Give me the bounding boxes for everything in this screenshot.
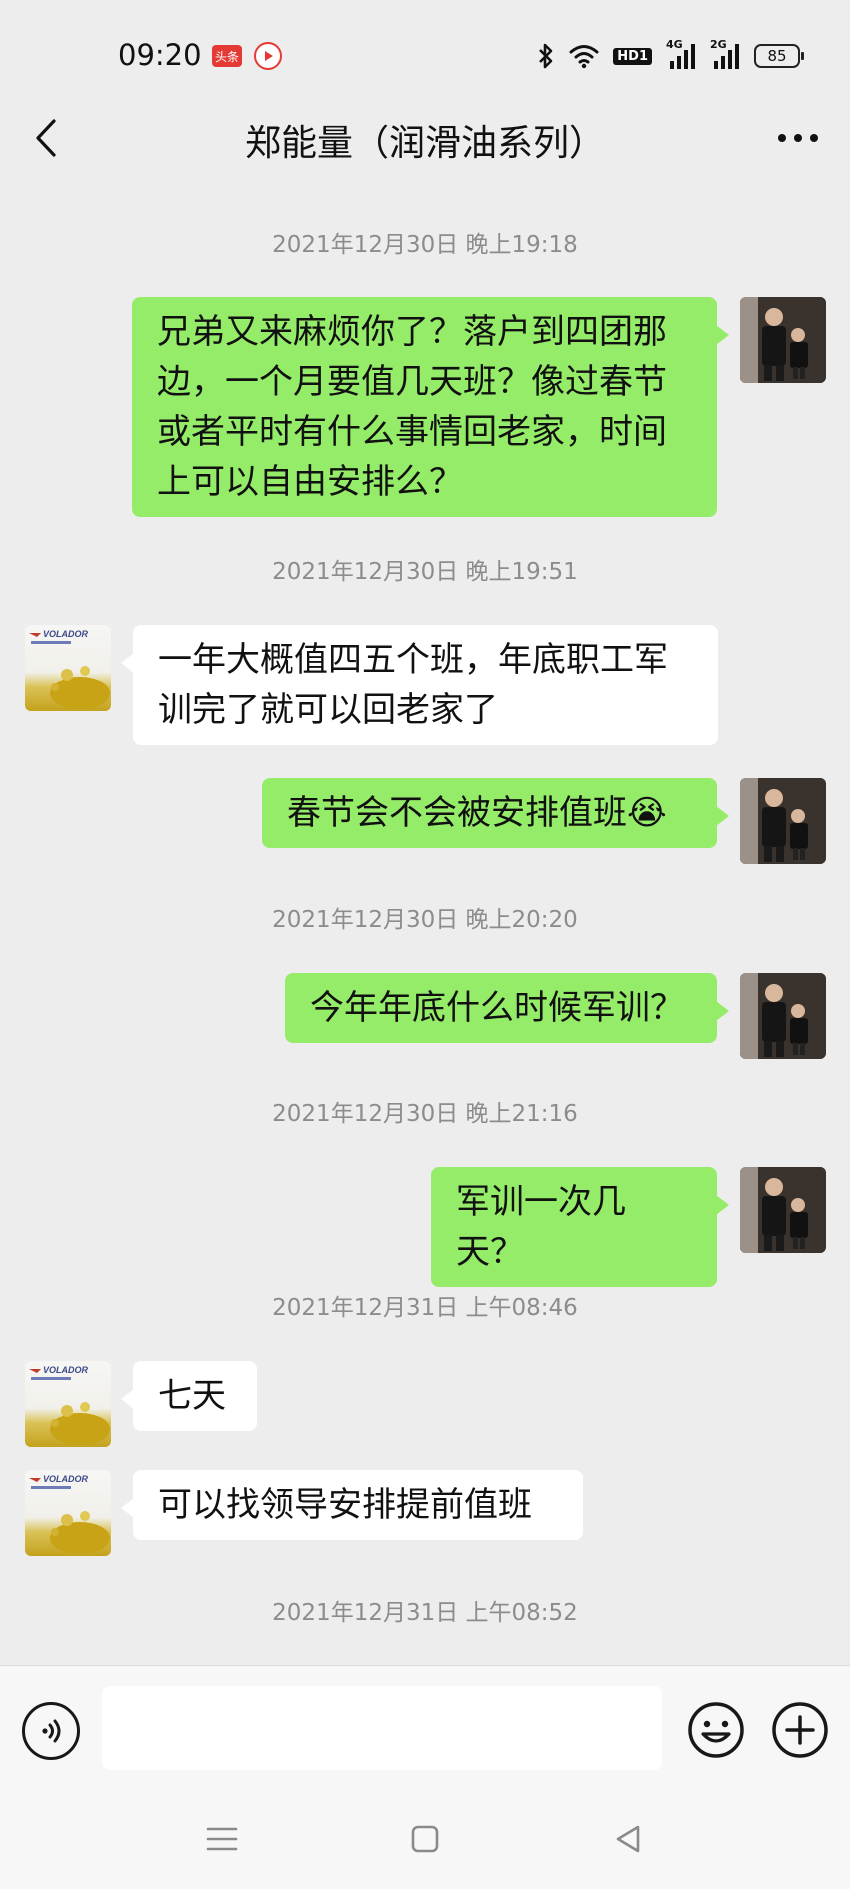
- menu-icon: [206, 1827, 238, 1851]
- contact-avatar[interactable]: VOLADOR: [25, 1470, 111, 1556]
- message-timestamp: 2021年12月30日 晚上19:18: [272, 232, 578, 258]
- system-back-button[interactable]: [606, 1817, 650, 1861]
- plus-icon: [772, 1702, 828, 1758]
- status-time: 09:20: [118, 38, 202, 72]
- system-navigation-bar: [0, 1789, 850, 1889]
- message-timestamp: 2021年12月30日 晚上21:16: [272, 1101, 578, 1127]
- my-avatar-image: [740, 297, 826, 383]
- toutiao-app-icon: 头条: [212, 45, 242, 67]
- emoji-icon: [688, 1702, 744, 1758]
- voice-icon: [42, 1719, 61, 1743]
- emoji-button[interactable]: [686, 1700, 746, 1760]
- message-input[interactable]: [102, 1686, 662, 1770]
- chat-input-bar: [0, 1665, 850, 1789]
- outgoing-message-bubble[interactable]: 军训一次几天？: [431, 1167, 729, 1287]
- my-avatar-image: [740, 973, 826, 1059]
- chat-header: 郑能量（润滑油系列）: [0, 100, 850, 180]
- message-list[interactable]: 2021年12月30日 晚上19:18 兄弟又来麻烦你了？落户到四团那边，一个月…: [0, 180, 850, 1665]
- back-triangle-icon: [616, 1825, 640, 1853]
- incoming-message-bubble[interactable]: 可以找领导安排提前值班: [121, 1470, 583, 1540]
- avatar-brand-text: VOLADOR: [43, 629, 89, 639]
- more-dots-icon: [778, 134, 818, 142]
- wifi-icon: [569, 43, 599, 69]
- avatar-brand-text: VOLADOR: [43, 1365, 89, 1375]
- my-avatar[interactable]: [740, 297, 826, 383]
- home-icon: [411, 1825, 439, 1853]
- incoming-message-bubble[interactable]: 七天: [121, 1361, 257, 1431]
- message-timestamp: 2021年12月31日 上午08:46: [272, 1295, 578, 1321]
- signal-icon-1: 4G: [666, 38, 696, 71]
- network-label-2: 2G: [710, 38, 727, 51]
- message-timestamp: 2021年12月30日 晚上20:20: [272, 907, 578, 933]
- voice-button[interactable]: [22, 1702, 80, 1760]
- status-icons: HD1 4G 2G 85: [537, 38, 804, 74]
- video-app-icon: [254, 42, 282, 70]
- message-timestamp: 2021年12月31日 上午08:52: [272, 1600, 578, 1626]
- home-button[interactable]: [403, 1817, 447, 1861]
- my-avatar[interactable]: [740, 973, 826, 1059]
- incoming-message-bubble[interactable]: 一年大概值四五个班，年底职工军训完了就可以回老家了: [121, 625, 718, 745]
- network-label-1: 4G: [666, 38, 683, 51]
- signal-icon-2: 2G: [710, 38, 740, 71]
- bluetooth-icon: [537, 42, 555, 70]
- outgoing-message-bubble[interactable]: 今年年底什么时候军训？: [285, 973, 729, 1043]
- contact-avatar-image: VOLADOR: [29, 1365, 110, 1445]
- more-actions-button[interactable]: [770, 1700, 830, 1760]
- my-avatar[interactable]: [740, 1167, 826, 1253]
- contact-avatar-image: VOLADOR: [29, 1474, 110, 1554]
- contact-avatar[interactable]: VOLADOR: [25, 625, 111, 711]
- more-button[interactable]: [768, 116, 828, 160]
- crying-emoji-icon: 😭: [627, 793, 667, 833]
- contact-avatar-image: VOLADOR: [29, 629, 110, 709]
- avatar-brand-text: VOLADOR: [43, 1474, 89, 1484]
- message-timestamp: 2021年12月30日 晚上19:51: [272, 559, 578, 585]
- message-text: 春节会不会被安排值班: [287, 793, 627, 833]
- my-avatar-image: [740, 1167, 826, 1253]
- outgoing-message-bubble[interactable]: 春节会不会被安排值班😭: [262, 778, 729, 848]
- chat-title: 郑能量（润滑油系列）: [244, 123, 605, 164]
- my-avatar-image: [740, 778, 826, 864]
- hd-badge: HD1: [613, 47, 652, 65]
- my-avatar[interactable]: [740, 778, 826, 864]
- outgoing-message-bubble[interactable]: 兄弟又来麻烦你了？落户到四团那边，一个月要值几天班？像过春节或者平时有什么事情回…: [132, 297, 729, 517]
- battery-icon: 85: [754, 44, 804, 68]
- status-bar: 09:20 头条 HD1 4G 2G 85: [0, 0, 850, 112]
- contact-avatar[interactable]: VOLADOR: [25, 1361, 111, 1447]
- recent-apps-button[interactable]: [200, 1817, 244, 1861]
